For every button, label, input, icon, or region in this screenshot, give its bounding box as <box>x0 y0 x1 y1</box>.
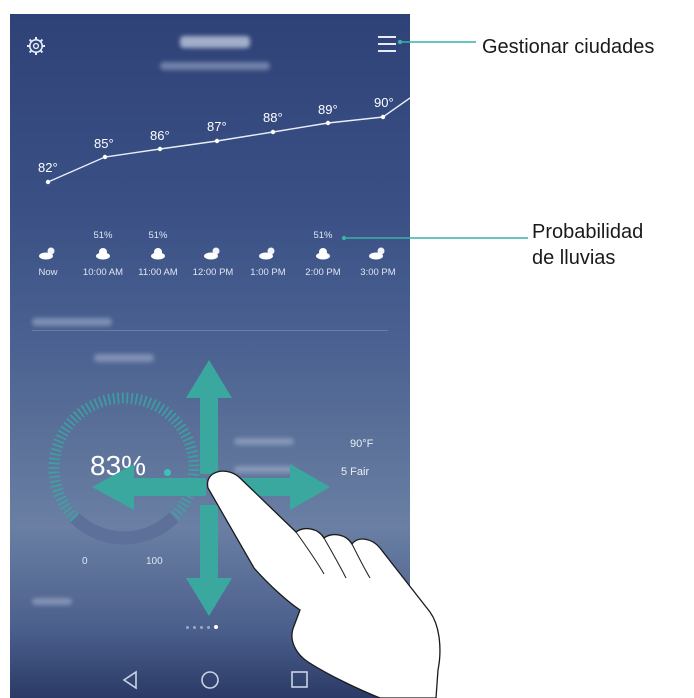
annotation-leader-lines <box>344 41 528 239</box>
hand-icon <box>207 470 441 698</box>
rain-probability-annotation-line1: Probabilidad <box>532 221 644 243</box>
gesture-overlay <box>92 39 528 698</box>
rain-probability-annotation-line2: de lluvias <box>532 247 616 269</box>
manage-cities-annotation: Gestionar ciudades <box>482 36 655 58</box>
